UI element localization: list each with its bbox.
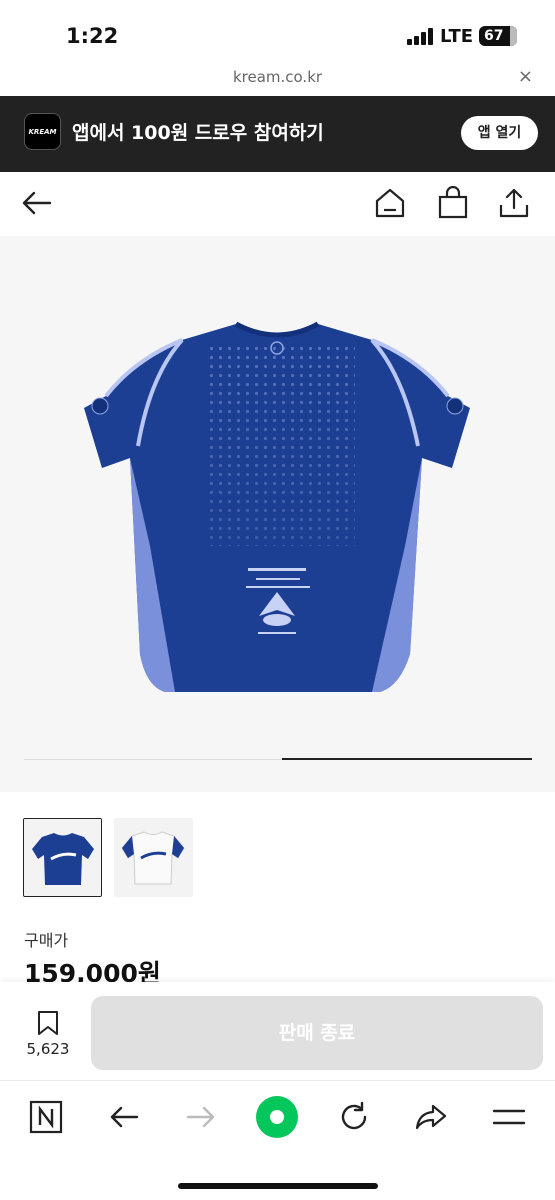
home-icon[interactable] bbox=[373, 186, 407, 220]
naver-n-icon[interactable] bbox=[28, 1099, 64, 1135]
jersey-illustration bbox=[84, 321, 470, 692]
bookmark-icon bbox=[38, 1011, 58, 1035]
thumbnail-strip bbox=[0, 792, 555, 902]
thumbnail-image bbox=[24, 819, 101, 896]
bookmark-button[interactable]: 5,623 bbox=[24, 1010, 72, 1058]
status-bar: 1:22 LTE 67 bbox=[0, 0, 555, 62]
sold-out-button[interactable]: 판매 종료 bbox=[91, 996, 543, 1070]
thumbnail-navy-jersey[interactable] bbox=[23, 818, 102, 897]
shopping-bag-icon[interactable] bbox=[436, 186, 470, 220]
browser-toolbar bbox=[0, 1080, 555, 1200]
back-icon[interactable] bbox=[106, 1099, 142, 1135]
gallery-progress-indicator bbox=[282, 758, 532, 760]
thumbnail-white-jersey[interactable] bbox=[114, 818, 193, 897]
share-icon[interactable] bbox=[497, 186, 531, 220]
browser-url-bar: kream.co.kr × bbox=[0, 62, 555, 96]
battery-indicator: 67 bbox=[479, 26, 517, 46]
bottom-action-bar: 5,623 판매 종료 bbox=[0, 982, 555, 1080]
bookmark-count: 5,623 bbox=[26, 1040, 70, 1058]
close-icon[interactable]: × bbox=[518, 66, 533, 87]
signal-icon bbox=[407, 28, 433, 45]
open-app-button[interactable]: 앱 열기 bbox=[461, 116, 538, 150]
home-indicator bbox=[178, 1183, 378, 1189]
price-label: 구매가 bbox=[24, 931, 69, 950]
app-download-banner[interactable]: KREAM 앱에서 100원 드로우 참여하기 앱 열기 bbox=[0, 96, 555, 172]
product-image[interactable] bbox=[0, 236, 555, 792]
green-dot-icon[interactable] bbox=[255, 1095, 299, 1139]
share-arrow-icon[interactable] bbox=[413, 1099, 449, 1135]
banner-text: 앱에서 100원 드로우 참여하기 bbox=[72, 122, 324, 144]
status-time: 1:22 bbox=[66, 24, 119, 48]
url-text[interactable]: kream.co.kr bbox=[0, 68, 555, 86]
network-label: LTE bbox=[440, 26, 474, 47]
kream-logo: KREAM bbox=[24, 113, 61, 150]
top-nav bbox=[0, 172, 555, 236]
forward-icon[interactable] bbox=[183, 1099, 219, 1135]
menu-icon[interactable] bbox=[491, 1099, 527, 1135]
back-arrow-icon[interactable] bbox=[20, 186, 54, 220]
thumbnail-image bbox=[114, 818, 193, 897]
reload-icon[interactable] bbox=[336, 1099, 372, 1135]
